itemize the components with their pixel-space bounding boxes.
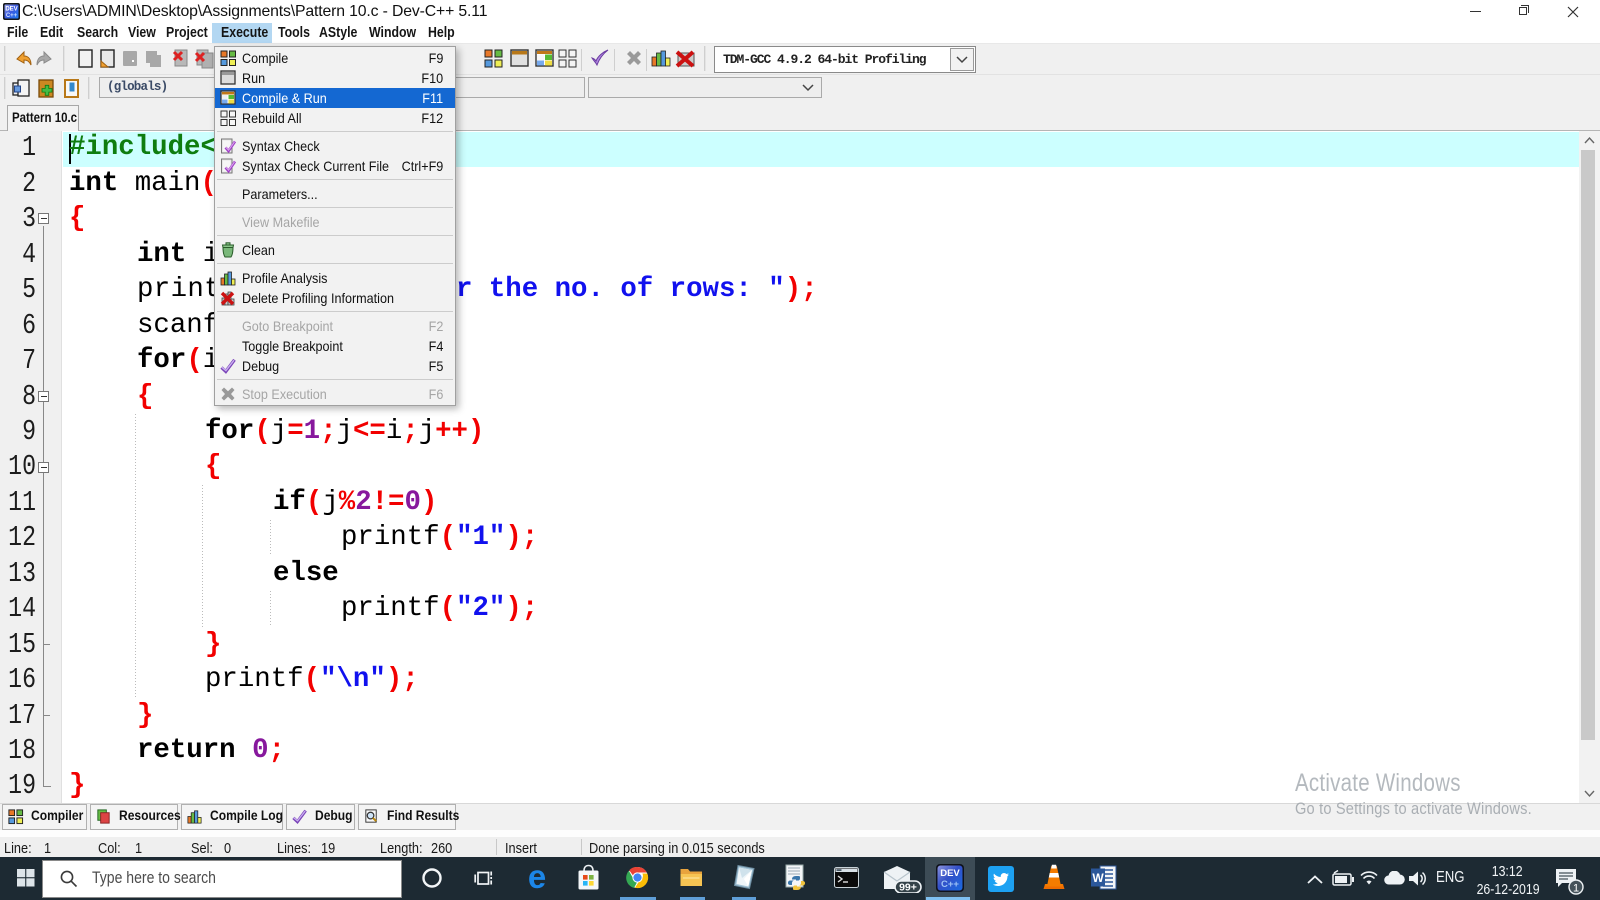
svg-text:W: W bbox=[1092, 871, 1104, 885]
svg-text:DEV: DEV bbox=[940, 868, 960, 879]
svg-text:DEV: DEV bbox=[5, 7, 17, 13]
svg-text:99+: 99+ bbox=[899, 882, 917, 894]
svg-text:1: 1 bbox=[1573, 883, 1579, 895]
svg-text:C++: C++ bbox=[6, 13, 18, 19]
svg-text:C++: C++ bbox=[941, 879, 959, 890]
